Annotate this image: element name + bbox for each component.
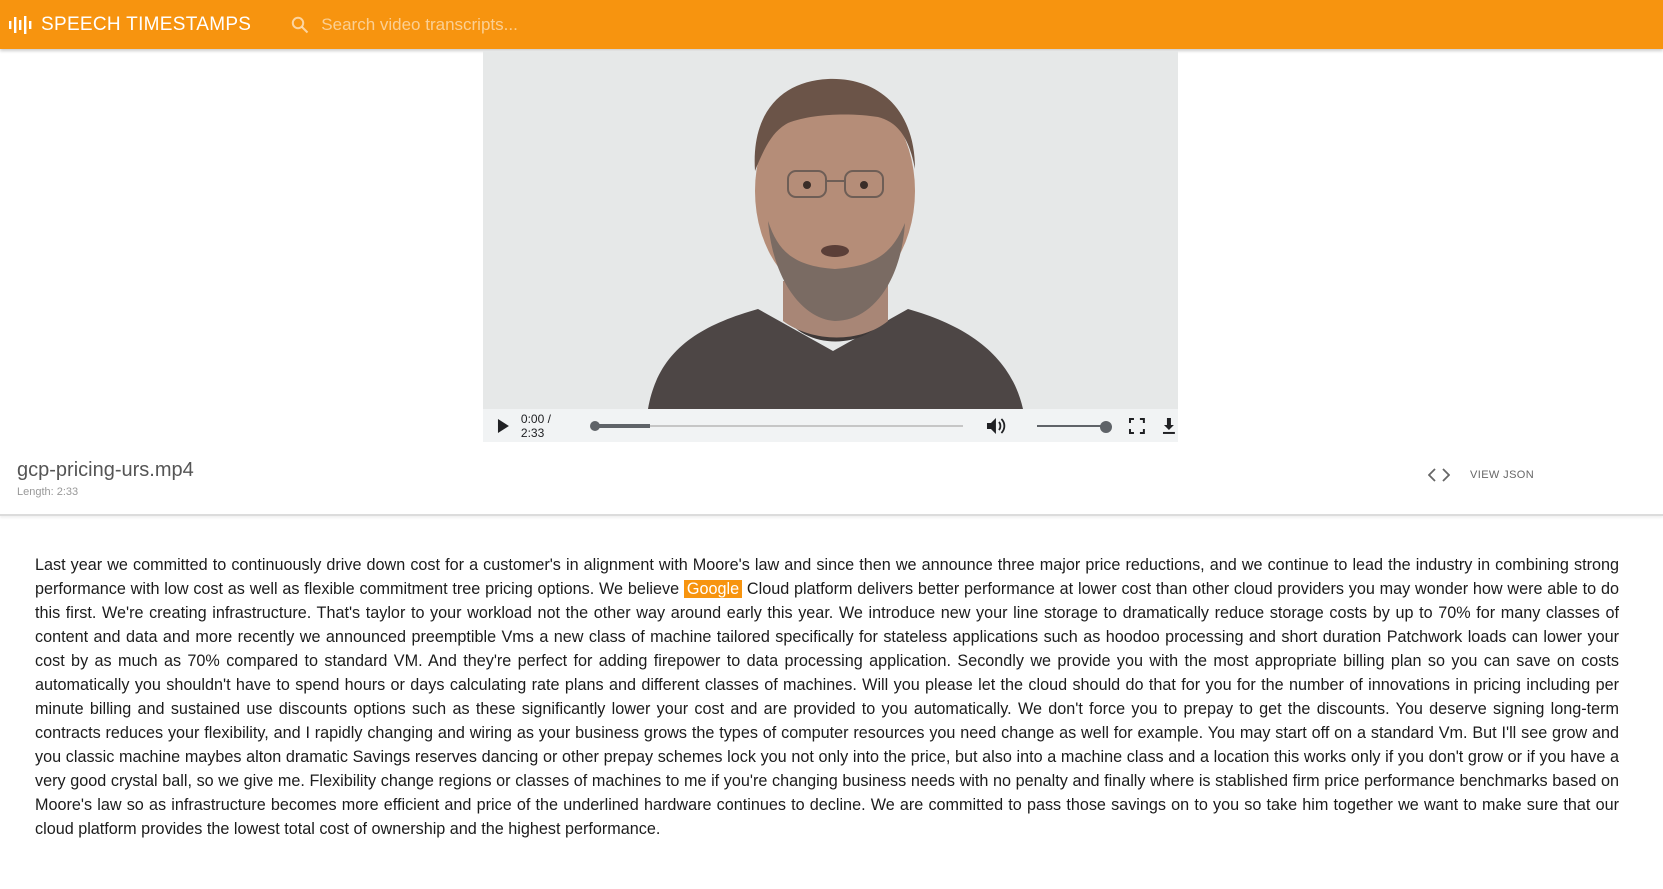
speaker-video-image [483, 51, 1178, 409]
video-controls: 0:00 / 2:33 [483, 409, 1178, 442]
search-bar[interactable] [291, 7, 891, 43]
transcript-text[interactable]: Last year we committed to continuously d… [35, 553, 1619, 841]
view-json-label: VIEW JSON [1470, 469, 1535, 481]
volume-slider[interactable] [1036, 420, 1113, 433]
download-icon[interactable] [1160, 417, 1178, 435]
search-input[interactable] [321, 14, 822, 35]
transcript-highlighted-word[interactable]: Google [683, 580, 743, 598]
video-frame[interactable] [483, 51, 1178, 409]
file-name: gcp-pricing-urs.mp4 [17, 459, 194, 481]
seek-bar[interactable] [590, 420, 963, 432]
volume-icon[interactable] [985, 416, 1007, 436]
seek-thumb[interactable] [590, 420, 601, 431]
audio-waveform-icon [9, 15, 32, 34]
search-icon [292, 16, 309, 33]
volume-track [1036, 424, 1107, 427]
volume-thumb[interactable] [1100, 420, 1113, 433]
view-json-button[interactable]: VIEW JSON [1428, 467, 1534, 483]
code-icon [1428, 468, 1450, 482]
time-display: 0:00 / 2:33 [520, 411, 551, 440]
file-length: Length: 2:33 [17, 486, 79, 498]
fullscreen-icon[interactable] [1128, 417, 1146, 435]
transcript-segment-after[interactable]: Cloud platform delivers better performan… [35, 580, 1619, 838]
app-title: SPEECH TIMESTAMPS [41, 13, 252, 35]
seek-track [595, 424, 963, 427]
file-info-bar: gcp-pricing-urs.mp4 Length: 2:33 VIEW JS… [0, 442, 1663, 516]
top-app-bar: SPEECH TIMESTAMPS [0, 0, 1663, 49]
play-icon[interactable] [495, 418, 511, 434]
video-player[interactable]: 0:00 / 2:33 [483, 51, 1178, 442]
seek-progress [595, 423, 651, 428]
app-logo[interactable]: SPEECH TIMESTAMPS [9, 14, 251, 36]
